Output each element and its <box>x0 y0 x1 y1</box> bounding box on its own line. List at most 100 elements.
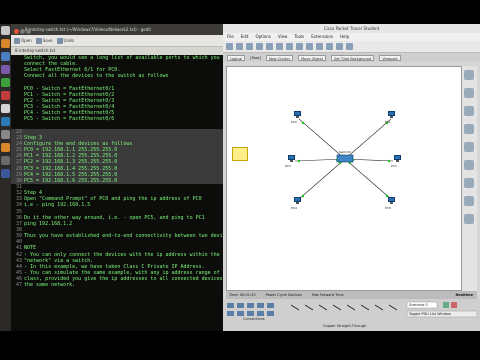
redo-icon[interactable] <box>316 43 323 50</box>
maximize-icon[interactable] <box>26 29 31 34</box>
cable-console-icon[interactable] <box>304 304 314 311</box>
save-icon[interactable] <box>246 43 253 50</box>
line-text: NOTE <box>24 245 37 252</box>
device-panel: Connections Copper Straight-Through Scen… <box>223 299 480 331</box>
app-icon[interactable] <box>1 130 10 139</box>
browser-icon[interactable] <box>1 52 10 61</box>
wireless-icon[interactable] <box>257 303 264 308</box>
realtime-label[interactable]: Realtime <box>455 291 477 299</box>
undo-icon[interactable] <box>306 43 313 50</box>
cable-phone-icon[interactable] <box>360 304 370 311</box>
app-icon[interactable] <box>1 78 10 87</box>
cable-coax-icon[interactable] <box>374 304 384 311</box>
undo-button[interactable]: Undo <box>56 37 74 44</box>
app-icon[interactable] <box>1 156 10 165</box>
draw-icon[interactable] <box>464 160 474 170</box>
cable-auto-icon[interactable] <box>290 304 300 311</box>
switch-label: Switch0 <box>339 150 351 154</box>
logical-workspace[interactable]: Switch0 PC0 PC1 PC2 PC3 PC4 PC5 <box>226 66 462 291</box>
security-icon[interactable] <box>237 311 244 316</box>
open-icon <box>14 37 20 44</box>
menu-view[interactable]: View <box>278 33 288 41</box>
save-button[interactable]: Save <box>35 37 53 44</box>
pc1-icon[interactable] <box>387 111 396 118</box>
new-scenario-icon[interactable] <box>443 302 449 308</box>
app-icon[interactable] <box>1 91 10 100</box>
menu-options[interactable]: Options <box>255 33 270 41</box>
new-icon[interactable] <box>226 43 233 50</box>
dash-icon[interactable] <box>1 26 10 35</box>
pc3-icon[interactable] <box>393 155 402 162</box>
gedit-toolbar: Open Save Undo <box>11 35 223 47</box>
cable-pc5[interactable] <box>344 158 392 200</box>
power-cycle-button[interactable]: Power Cycle Devices <box>266 291 302 299</box>
move-object-button[interactable]: Move Object <box>298 54 327 61</box>
palette-icon[interactable] <box>346 43 353 50</box>
app-icon[interactable] <box>1 169 10 178</box>
pdu-icon[interactable] <box>464 196 474 206</box>
launcher-bar <box>0 24 11 331</box>
multiuser-icon[interactable] <box>267 311 274 316</box>
packet-tracer-icon[interactable] <box>1 117 10 126</box>
pc0-icon[interactable] <box>293 111 302 118</box>
set-tiled-background-button[interactable]: Set Tiled Background <box>331 54 375 61</box>
line-text: Connect all the devices to the switch as… <box>24 73 169 80</box>
resize-icon[interactable] <box>464 178 474 188</box>
select-icon[interactable] <box>464 70 474 80</box>
logical-tab[interactable]: Logical <box>227 54 246 61</box>
gedit-tab[interactable]: 8-interlay-switch.txt <box>11 47 223 55</box>
app-icon[interactable] <box>1 104 10 113</box>
switches-icon[interactable] <box>237 303 244 308</box>
menu-file[interactable]: File <box>227 33 234 41</box>
inspect-icon[interactable] <box>464 142 474 152</box>
hand-icon[interactable] <box>464 88 474 98</box>
new-cluster-button[interactable]: New Cluster <box>265 54 294 61</box>
end-devices-icon[interactable] <box>227 311 234 316</box>
complex-pdu-icon[interactable] <box>464 214 474 224</box>
menu-edit[interactable]: Edit <box>241 33 249 41</box>
cable-cross-icon[interactable] <box>332 304 342 311</box>
files-icon[interactable] <box>1 39 10 48</box>
hubs-icon[interactable] <box>247 303 254 308</box>
minimize-icon[interactable] <box>20 29 25 34</box>
cable-pc4[interactable] <box>298 158 346 200</box>
fast-forward-button[interactable]: Fast Forward Time <box>312 291 344 299</box>
pc5-icon[interactable] <box>387 197 396 204</box>
zoom-out-icon[interactable] <box>336 43 343 50</box>
connections-icon[interactable] <box>267 303 274 308</box>
routers-icon[interactable] <box>227 303 234 308</box>
screen: 8-Interlay-switch.txt (~/Windows7/Videos… <box>0 24 480 331</box>
open-button[interactable]: Open <box>14 37 32 44</box>
cable-fiber-icon[interactable] <box>346 304 356 311</box>
wizard-icon[interactable] <box>266 43 273 50</box>
wan-icon[interactable] <box>247 311 254 316</box>
app-icon[interactable] <box>1 143 10 152</box>
cable-serial-icon[interactable] <box>388 304 398 311</box>
text-editor[interactable]: Switch, you would see a long list of ava… <box>11 55 223 331</box>
close-icon[interactable] <box>14 29 19 34</box>
pc4-icon[interactable] <box>293 197 302 204</box>
delete-icon[interactable] <box>464 124 474 134</box>
note-tool-icon[interactable] <box>464 106 474 116</box>
pc2-icon[interactable] <box>287 155 296 162</box>
menu-help[interactable]: Help <box>340 33 349 41</box>
print-icon[interactable] <box>256 43 263 50</box>
copy-icon[interactable] <box>286 43 293 50</box>
delete-scenario-icon[interactable] <box>451 302 457 308</box>
paste-icon[interactable] <box>296 43 303 50</box>
line-text: PC2 - Switch = FastEthernet0/3 <box>24 97 115 104</box>
viewport-button[interactable]: Viewport <box>379 54 401 61</box>
pt-titlebar: Cisco Packet Tracer Student <box>223 24 480 33</box>
app-icon[interactable] <box>1 65 10 74</box>
custom-icon[interactable] <box>257 311 264 316</box>
switch-icon[interactable] <box>336 154 354 163</box>
editor-line[interactable]: 47 the same network. <box>11 282 223 288</box>
cable-pc1[interactable] <box>344 118 392 160</box>
zoom-in-icon[interactable] <box>326 43 333 50</box>
menu-extensions[interactable]: Extensions <box>311 33 333 41</box>
menu-tools[interactable]: Tools <box>294 33 304 41</box>
cable-straight-icon[interactable] <box>318 304 328 311</box>
line-text: PC5 = 192.168.1.6 255.255.255.0 <box>24 177 118 184</box>
open-icon[interactable] <box>236 43 243 50</box>
network-info-icon[interactable] <box>276 43 283 50</box>
